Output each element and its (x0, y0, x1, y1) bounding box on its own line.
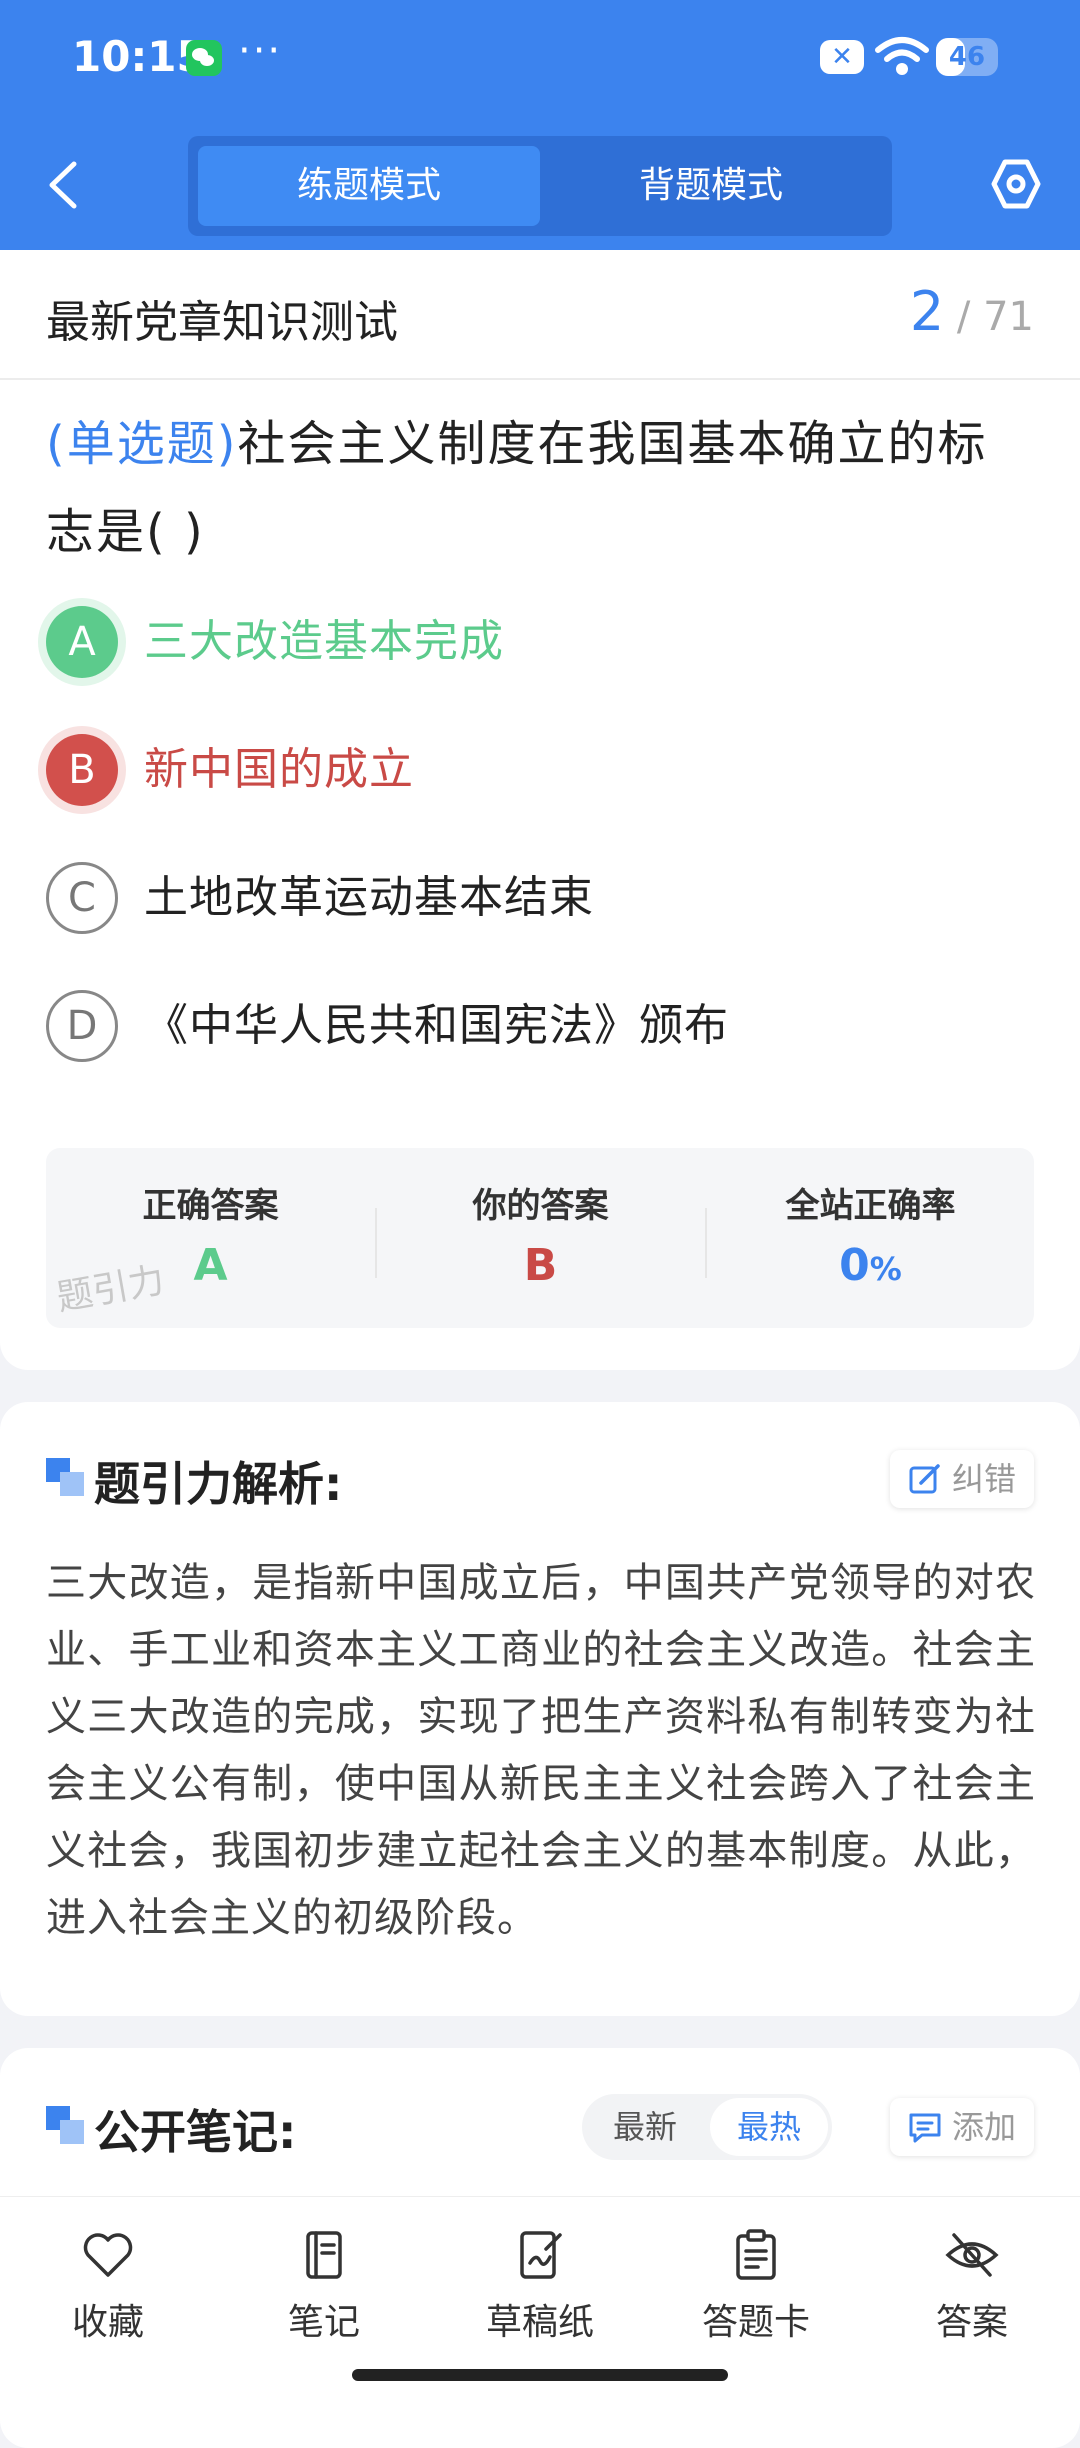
wifi-icon (875, 37, 929, 75)
option-letter-c: C (46, 862, 118, 934)
back-button[interactable] (44, 160, 84, 210)
nav-label: 笔记 (287, 2302, 360, 2343)
mode-switch: 练题模式 背题模式 (188, 136, 892, 236)
tab-practice-mode[interactable]: 练题模式 (198, 146, 540, 226)
your-answer-value: B (523, 1240, 558, 1291)
notes-title: 公开笔记: (94, 2105, 297, 2159)
analysis-body: 三大改造，是指新中国成立后，中国共产党领导的对农业、手工业和资本主义工商业的社会… (46, 1560, 1036, 1941)
analysis-card: 题引力解析: 纠错 三大改造，是指新中国成立后，中国共产党领导的对农业、手工业和… (0, 1402, 1080, 2016)
nav-toggle-answer[interactable]: 答案 (864, 2227, 1080, 2347)
draft-paper-icon (520, 2231, 562, 2279)
battery-percent: 46 (948, 42, 986, 72)
nav-label: 答题卡 (701, 2302, 810, 2343)
option-text-a: 三大改造基本完成 (144, 616, 504, 667)
sort-hottest[interactable]: 最热 (710, 2098, 828, 2156)
nav-answer-sheet[interactable]: 答题卡 (648, 2227, 864, 2347)
question-stem: (单选题)社会主义制度在我国基本确立的标志是( ) (46, 400, 1036, 576)
site-accuracy-value: 0% (706, 1240, 1035, 1291)
answer-card-icon (736, 2229, 776, 2280)
nav-scratch-paper[interactable]: 草稿纸 (432, 2227, 648, 2347)
option-text-c: 土地改革运动基本结束 (144, 872, 594, 923)
bottom-toolbar: 收藏 笔记 草稿纸 答题卡 答案 (0, 2196, 1080, 2400)
site-accuracy-number: 0 (839, 1240, 870, 1291)
option-b[interactable]: B 新中国的成立 (46, 730, 1036, 810)
nav-favorite[interactable]: 收藏 (0, 2227, 216, 2347)
more-notifications-icon: ··· (238, 28, 283, 74)
site-accuracy-label: 全站正确率 (785, 1186, 956, 1226)
nav-notes[interactable]: 笔记 (216, 2227, 432, 2347)
current-question-number: 2 (909, 280, 945, 343)
your-answer-label: 你的答案 (472, 1186, 609, 1226)
quiz-title-bar: 最新党章知识测试 2 / 71 (0, 250, 1080, 380)
add-note-label: 添加 (951, 2108, 1016, 2146)
question-type-label: (单选题) (46, 416, 238, 472)
answer-summary: 正确答案 A 你的答案 B 全站正确率 0% 题引力 (46, 1148, 1034, 1328)
status-bar: 10:15 ··· ✕ 46 (0, 0, 1080, 120)
settings-icon[interactable] (990, 158, 1042, 210)
nav-label: 草稿纸 (485, 2302, 594, 2343)
close-badge-icon: ✕ (820, 40, 864, 74)
site-accuracy: 全站正确率 0% (706, 1148, 1035, 1328)
question-progress: 2 / 71 (910, 280, 1034, 343)
option-a[interactable]: A 三大改造基本完成 (46, 602, 1036, 682)
edit-icon (909, 1464, 940, 1494)
option-text-d: 《中华人民共和国宪法》颁布 (144, 1000, 729, 1051)
battery-icon: 46 (936, 38, 998, 76)
option-letter-d: D (46, 990, 118, 1062)
notebook-icon (306, 2231, 342, 2279)
nav-label: 收藏 (71, 2302, 144, 2343)
section-icon (46, 2106, 84, 2144)
eye-off-icon (945, 2233, 999, 2277)
add-note-button[interactable]: 添加 (889, 2098, 1034, 2156)
nav-label: 答案 (935, 2302, 1008, 2343)
question-card: (单选题)社会主义制度在我国基本确立的标志是( ) A 三大改造基本完成 B 新… (0, 380, 1080, 1370)
app-header: 10:15 ··· ✕ 46 练题模式 背题模式 (0, 0, 1080, 250)
option-text-b: 新中国的成立 (144, 744, 414, 795)
option-c[interactable]: C 土地改革运动基本结束 (46, 858, 1036, 938)
notes-sort-toggle: 最新 最热 (582, 2094, 832, 2160)
report-error-label: 纠错 (951, 1460, 1016, 1498)
analysis-title: 题引力解析: (94, 1457, 343, 1511)
add-note-icon (909, 2113, 941, 2143)
option-letter-b: B (46, 734, 118, 806)
wechat-icon (186, 40, 222, 76)
tab-recite-mode[interactable]: 背题模式 (540, 146, 882, 226)
option-letter-a: A (46, 606, 118, 678)
heart-icon (83, 2233, 133, 2277)
option-d[interactable]: D 《中华人民共和国宪法》颁布 (46, 986, 1036, 1066)
home-indicator (352, 2369, 728, 2381)
site-accuracy-unit: % (869, 1250, 902, 1288)
section-icon (46, 1458, 84, 1496)
quiz-title: 最新党章知识测试 (46, 297, 398, 348)
your-answer: 你的答案 B (376, 1148, 705, 1328)
total-questions: / 71 (956, 294, 1034, 340)
sort-newest[interactable]: 最新 (586, 2098, 704, 2156)
report-error-button[interactable]: 纠错 (889, 1450, 1034, 1508)
correct-answer-label: 正确答案 (142, 1186, 279, 1226)
